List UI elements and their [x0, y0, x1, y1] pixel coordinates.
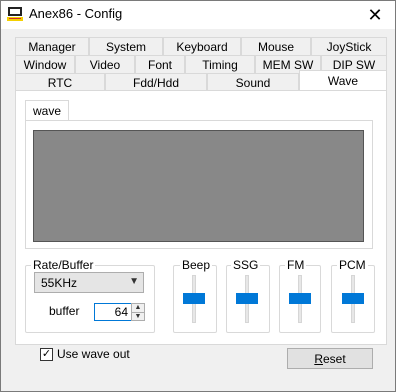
tab-keyboard[interactable]: Keyboard [163, 37, 241, 55]
tab-rtc[interactable]: RTC [15, 73, 105, 91]
rate-select-value: 55KHz [41, 275, 78, 290]
close-button[interactable]: ✕ [355, 1, 395, 29]
reset-button[interactable]: Reset [287, 348, 373, 369]
pcm-label: PCM [337, 258, 368, 272]
config-window: Anex86 - Config ✕ Manager System Keyboar… [0, 0, 396, 392]
rate-buffer-label: Rate/Buffer [31, 258, 96, 272]
ssg-label: SSG [231, 258, 261, 272]
tab-manager[interactable]: Manager [15, 37, 89, 55]
tab-fdd-hdd[interactable]: Fdd/Hdd [105, 73, 207, 91]
spin-up-icon[interactable]: ▲ [132, 304, 144, 312]
window-title: Anex86 - Config [29, 6, 123, 21]
wave-subtab[interactable]: wave [25, 100, 69, 120]
tab-font[interactable]: Font [135, 55, 185, 73]
reset-button-label: Reset [314, 351, 346, 366]
fm-slider-thumb[interactable] [289, 293, 311, 304]
spin-down-icon[interactable]: ▼ [132, 312, 144, 320]
tab-mouse[interactable]: Mouse [241, 37, 311, 55]
title-bar[interactable]: Anex86 - Config ✕ [1, 1, 395, 29]
chevron-down-icon: ▼ [129, 276, 139, 287]
beep-slider-thumb[interactable] [183, 293, 205, 304]
buffer-label: buffer [49, 304, 80, 318]
use-wave-out-checkbox[interactable]: ✓ [40, 348, 53, 361]
tab-video[interactable]: Video [75, 55, 135, 73]
beep-label: Beep [180, 258, 213, 272]
fm-label: FM [285, 258, 307, 272]
buffer-spinner[interactable]: ▲ ▼ [131, 303, 145, 321]
tab-sound[interactable]: Sound [207, 73, 299, 91]
tab-wave[interactable]: Wave [299, 70, 387, 91]
tab-system[interactable]: System [89, 37, 163, 55]
rate-select[interactable]: 55KHz ▼ [34, 272, 144, 293]
tab-timing[interactable]: Timing [185, 55, 255, 73]
use-wave-out-label[interactable]: Use wave out [57, 347, 130, 361]
tab-joystick[interactable]: JoyStick [311, 37, 387, 55]
ssg-slider-thumb[interactable] [236, 293, 258, 304]
wave-display [33, 130, 364, 242]
tab-window[interactable]: Window [15, 55, 75, 73]
pcm-slider-thumb[interactable] [342, 293, 364, 304]
buffer-input[interactable]: 64 [94, 303, 132, 321]
app-icon [7, 7, 23, 21]
close-icon: ✕ [367, 4, 383, 25]
